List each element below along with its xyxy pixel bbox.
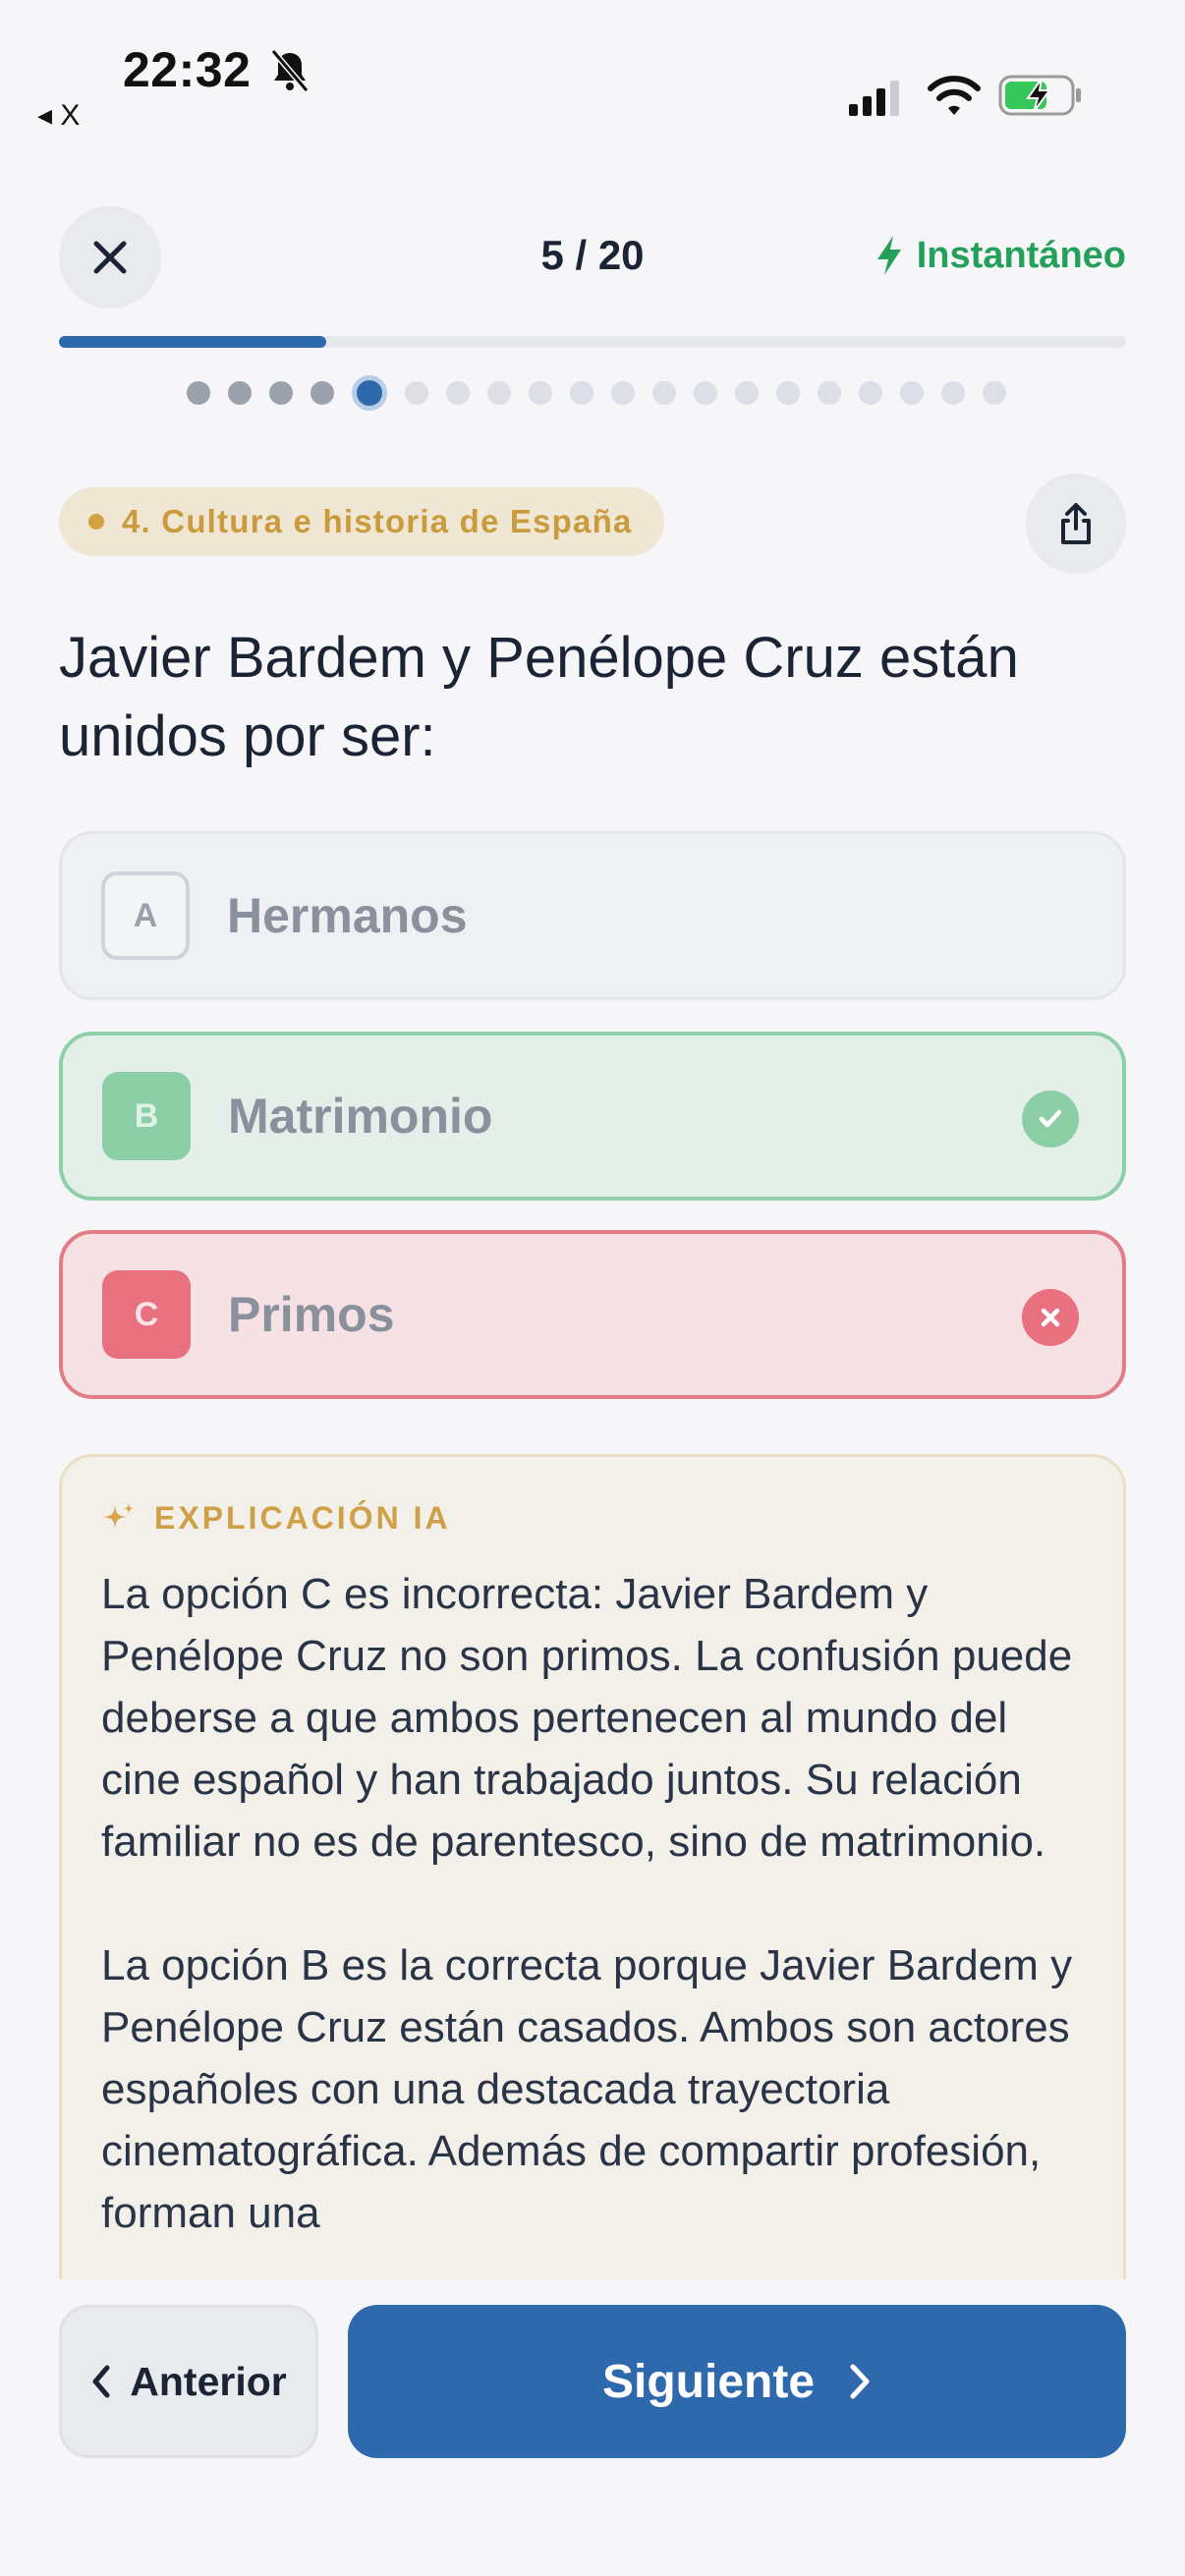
back-to-app-link[interactable]: ◂ X xyxy=(37,98,80,133)
progress-fill xyxy=(59,336,326,348)
question-dot[interactable] xyxy=(776,381,800,405)
question-text: Javier Bardem y Penélope Cruz están unid… xyxy=(59,626,1019,768)
chevron-right-icon xyxy=(850,2364,870,2399)
question-dot[interactable] xyxy=(611,381,635,405)
share-icon xyxy=(1061,503,1091,544)
status-time: 22:32 xyxy=(123,42,252,97)
option-label: Matrimonio xyxy=(228,1089,493,1144)
question-dot-current[interactable] xyxy=(352,375,387,411)
question-dot[interactable] xyxy=(269,381,293,405)
question-dot[interactable] xyxy=(983,381,1006,405)
check-icon xyxy=(1022,1091,1079,1148)
question-dot[interactable] xyxy=(652,381,676,405)
previous-button[interactable]: Anterior xyxy=(59,2305,318,2458)
status-bar: 22:32 ◂ X xyxy=(0,0,1185,138)
question-dot[interactable] xyxy=(570,381,593,405)
battery-charging-icon xyxy=(998,75,1081,116)
lightning-icon xyxy=(876,236,901,275)
question-dot[interactable] xyxy=(310,381,334,405)
question-dot[interactable] xyxy=(529,381,552,405)
option-a[interactable]: A Hermanos xyxy=(59,831,1126,1000)
question-dot[interactable] xyxy=(818,381,841,405)
mode-indicator[interactable]: Instantáneo xyxy=(874,234,1126,277)
wifi-icon xyxy=(928,76,981,115)
option-b[interactable]: B Matrimonio xyxy=(59,1032,1126,1201)
category-dot xyxy=(88,514,104,530)
question-dot[interactable] xyxy=(187,381,210,405)
mode-label: Instantáneo xyxy=(916,234,1126,276)
option-label: Primos xyxy=(228,1287,395,1342)
question-dot[interactable] xyxy=(487,381,511,405)
option-letter: A xyxy=(101,871,190,960)
question-dot[interactable] xyxy=(228,381,252,405)
explanation-paragraph: La opción C es incorrecta: Javier Bardem… xyxy=(101,1570,1073,1866)
bell-slash-icon xyxy=(270,49,310,92)
question-dots xyxy=(187,375,1006,411)
option-label: Hermanos xyxy=(227,888,468,943)
question-dot[interactable] xyxy=(859,381,882,405)
next-button[interactable]: Siguiente xyxy=(348,2305,1126,2458)
progress-bar xyxy=(59,336,1126,348)
option-c[interactable]: C Primos xyxy=(59,1230,1126,1399)
cellular-signal-icon xyxy=(849,81,899,116)
sparkle-icon xyxy=(103,1502,134,1529)
question-dot[interactable] xyxy=(405,381,428,405)
next-label: Siguiente xyxy=(601,2355,816,2408)
question-dot[interactable] xyxy=(735,381,759,405)
share-button[interactable] xyxy=(1026,474,1126,574)
previous-label: Anterior xyxy=(130,2358,287,2404)
question-dot[interactable] xyxy=(694,381,717,405)
x-icon xyxy=(1022,1289,1079,1346)
explanation-paragraph: La opción B es la correcta porque Javier… xyxy=(101,1941,1073,2237)
chevron-left-icon xyxy=(92,2365,110,2398)
explanation-header: EXPLICACIÓN IA xyxy=(101,1500,451,1537)
explanation-title: EXPLICACIÓN IA xyxy=(154,1500,451,1536)
option-letter: B xyxy=(102,1072,191,1160)
explanation-body: La opción C es incorrecta: Javier Bardem… xyxy=(101,1563,1084,2306)
question-dot[interactable] xyxy=(446,381,470,405)
category-label: 4. Cultura e historia de España xyxy=(122,503,633,539)
option-letter: C xyxy=(102,1270,191,1359)
question-dot[interactable] xyxy=(941,381,965,405)
category-badge: 4. Cultura e historia de España xyxy=(59,487,664,556)
question-dot[interactable] xyxy=(900,381,924,405)
